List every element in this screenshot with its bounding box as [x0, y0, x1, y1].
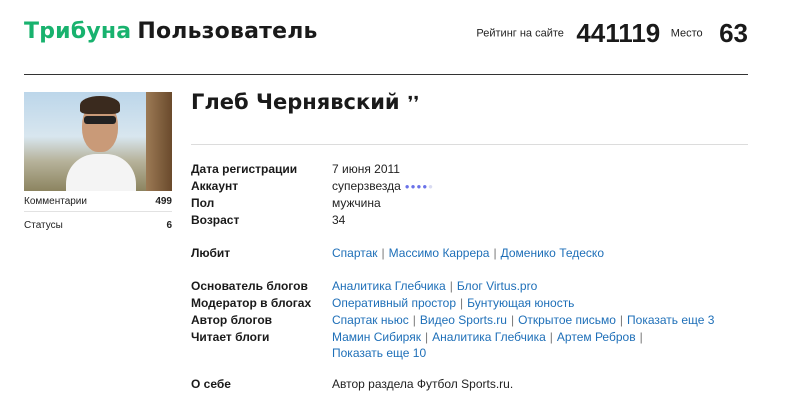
show-more-link[interactable]: Показать еще 3	[627, 313, 714, 327]
header-divider	[24, 74, 748, 75]
field-label: Пол	[191, 196, 215, 210]
like-link[interactable]: Массимо Каррера	[389, 246, 490, 260]
field-value: суперзвезда ●●●●●	[332, 178, 752, 195]
blog-link[interactable]: Блог Virtus.pro	[457, 279, 537, 293]
stat-comments[interactable]: Комментарии 499	[24, 196, 172, 212]
field-value: Автор раздела Футбол Sports.ru.	[332, 377, 514, 391]
field-label: О себе	[191, 377, 231, 391]
field-value: Спартак ньюс | Видео Sports.ru | Открытое пи…	[332, 313, 715, 327]
account-type: суперзвезда	[332, 179, 401, 193]
author-mark-icon: ❜❜	[407, 93, 420, 114]
level-dot-icon: ●	[428, 182, 434, 191]
show-more-link[interactable]: Показать еще 10	[332, 346, 426, 360]
stat-statuses[interactable]: Статусы 6	[24, 220, 172, 236]
account-level-dots: ●●●●●	[405, 182, 434, 191]
field-label: Аккаунт	[191, 179, 239, 193]
blog-link[interactable]: Аналитика Глебчика	[432, 330, 546, 344]
blog-link[interactable]: Бунтующая юность	[467, 296, 574, 310]
field-value: Спартак | Массимо Каррера | Доменико Тедеско	[332, 246, 604, 260]
page-header: Трибуна Пользователь Рейтинг на сайте 441…	[24, 14, 748, 54]
rating-stats: Рейтинг на сайте 441119 Место 63	[476, 18, 748, 49]
name-divider	[191, 144, 748, 145]
field-value: мужчина	[332, 196, 381, 210]
place-value: 63	[719, 18, 748, 48]
profile-name: Глеб Чернявский ❜❜	[191, 90, 419, 114]
site-title: Трибуна Пользователь	[24, 19, 318, 44]
section-title: Пользователь	[137, 19, 318, 44]
field-label: Основатель блогов	[191, 279, 308, 293]
field-value: Оперативный простор | Бунтующая юность	[332, 296, 575, 310]
like-link[interactable]: Спартак	[332, 246, 378, 260]
profile-name-text: Глеб Чернявский	[191, 90, 400, 114]
place-label: Место	[670, 27, 703, 40]
field-label: Автор блогов	[191, 313, 273, 327]
stat-value: 6	[166, 220, 172, 231]
stat-value: 499	[155, 196, 172, 207]
field-value: Мамин Сибиряк | Аналитика Глебчика | Артем Р…	[332, 330, 643, 360]
field-label: Читает блоги	[191, 330, 270, 344]
blog-link[interactable]: Спартак ньюс	[332, 313, 409, 327]
rating-label: Рейтинг на сайте	[476, 27, 564, 40]
field-label: Любит	[191, 246, 231, 260]
field-value: Аналитика Глебчика | Блог Virtus.pro	[332, 279, 538, 293]
blog-link[interactable]: Открытое письмо	[518, 313, 616, 327]
blog-link[interactable]: Аналитика Глебчика	[332, 279, 446, 293]
blog-link[interactable]: Мамин Сибиряк	[332, 330, 421, 344]
blog-link[interactable]: Видео Sports.ru	[420, 313, 507, 327]
field-label: Модератор в блогах	[191, 296, 312, 310]
stat-label: Статусы	[24, 220, 63, 231]
blog-link[interactable]: Артем Ребров	[557, 330, 636, 344]
avatar	[24, 92, 172, 191]
like-link[interactable]: Доменико Тедеско	[501, 246, 604, 260]
rating-value: 441119	[576, 18, 661, 48]
stat-label: Комментарии	[24, 196, 87, 207]
field-value: 34	[332, 213, 346, 227]
field-label: Возраст	[191, 213, 240, 227]
blog-link[interactable]: Оперативный простор	[332, 296, 456, 310]
field-value: 7 июня 2011	[332, 162, 400, 176]
brand-logo[interactable]: Трибуна	[24, 19, 131, 44]
field-label: Дата регистрации	[191, 162, 298, 176]
